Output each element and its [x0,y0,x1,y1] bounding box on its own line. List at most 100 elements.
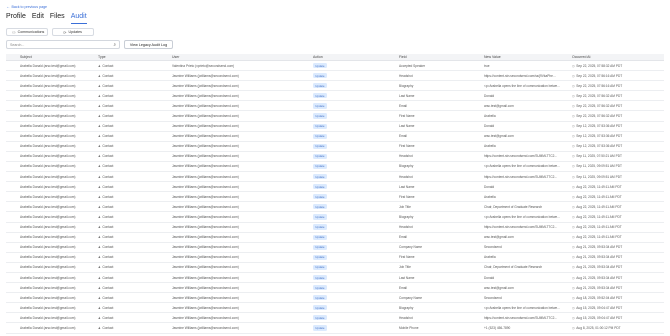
cell-subject[interactable]: Arabella Donald (arsc.test@gmail.com) [6,134,98,138]
table-row[interactable]: Arabella Donald (arsc.test@gmail.com) ♟ Co… [6,122,664,132]
tab-edit[interactable]: Edit [32,13,44,24]
cell-subject[interactable]: Arabella Donald (arsc.test@gmail.com) [6,64,98,68]
table-row[interactable]: Arabella Donald (arsc.test@gmail.com) ♟ Co… [6,253,664,263]
column-header-subject[interactable]: Subject [6,55,98,59]
tab-profile[interactable]: Profile [6,13,26,24]
column-header-occurred-at[interactable]: Occurred At [572,55,664,59]
action-badge: Update [313,123,327,129]
table-row[interactable]: Arabella Donald (arsc.test@gmail.com) ♟ Co… [6,91,664,102]
back-link[interactable]: ← Back to previous page [6,5,47,10]
person-icon: ♟ [98,83,101,88]
table-row[interactable]: Arabella Donald (arsc.test@gmail.com) ♟ Co… [6,283,664,294]
view-legacy-audit-log-button[interactable]: View Legacy Audit Log [124,40,173,49]
table-row[interactable]: Arabella Donald (arsc.test@gmail.com) ♟ Co… [6,192,664,203]
table-row[interactable]: Arabella Donald (arsc.test@gmail.com) ♟ Co… [6,81,664,92]
table-row[interactable]: Arabella Donald (arsc.test@gmail.com) ♟ Co… [6,212,664,223]
cell-subject[interactable]: Arabella Donald (arsc.test@gmail.com) [6,175,98,179]
cell-subject[interactable]: Arabella Donald (arsc.test@gmail.com) [6,245,98,249]
cell-subject[interactable]: Arabella Donald (arsc.test@gmail.com) [6,74,98,78]
search-icon[interactable]: ⌕ [113,42,116,47]
cell-subject[interactable]: Arabella Donald (arsc.test@gmail.com) [6,276,98,280]
cell-subject[interactable]: Arabella Donald (arsc.test@gmail.com) [6,225,98,229]
cell-action: Update [313,224,399,230]
column-header-user[interactable]: User [172,55,313,59]
person-icon: ♟ [98,325,101,330]
column-header-action[interactable]: Action [313,55,399,59]
column-header-type[interactable]: Type [98,55,172,59]
cell-subject[interactable]: Arabella Donald (arsc.test@gmail.com) [6,286,98,290]
cell-field: Last Name [399,93,415,98]
cell-subject[interactable]: Arabella Donald (arsc.test@gmail.com) [6,84,98,88]
table-row[interactable]: Arabella Donald (arsc.test@gmail.com) ♟ Co… [6,293,664,304]
cell-subject[interactable]: Arabella Donald (arsc.test@gmail.com) [6,205,98,209]
cell-subject[interactable]: Arabella Donald (arsc.test@gmail.com) [6,195,98,199]
cell-subject[interactable]: Arabella Donald (arsc.test@gmail.com) [6,316,98,320]
cell-occurred-at-label: Aug 22, 2025, 11:49:11 AM PDT [576,225,622,230]
updates-filter-button[interactable]: ⟳ Updates [52,28,94,36]
communications-filter-button[interactable]: ⚇ Communications [6,28,48,36]
cell-subject[interactable]: Arabella Donald (arsc.test@gmail.com) [6,124,98,128]
action-badge: Update [313,93,327,99]
action-badge: Update [313,264,327,271]
table-row[interactable]: Arabella Donald (arsc.test@gmail.com) ♟ Co… [6,202,664,213]
cell-subject[interactable]: Arabella Donald (arsc.test@gmail.com) [6,326,98,330]
clock-icon: ◷ [572,245,575,250]
person-icon: ♟ [98,124,101,129]
cell-user: Jasmine Williams (jwilliams@secondsend.c… [172,93,239,98]
table-row[interactable]: Arabella Donald (arsc.test@gmail.com) ♟ Co… [6,152,664,162]
cell-user: Jasmine Williams (jwilliams@secondsend.c… [172,265,239,270]
tab-files[interactable]: Files [50,13,65,24]
cell-subject[interactable]: Arabella Donald (arsc.test@gmail.com) [6,215,98,219]
table-row[interactable]: Arabella Donald (arsc.test@gmail.com) ♟ Co… [6,71,664,82]
cell-subject[interactable]: Arabella Donald (arsc.test@gmail.com) [6,164,98,168]
cell-action: Update [313,274,399,281]
cell-subject[interactable]: Arabella Donald (arsc.test@gmail.com) [6,94,98,98]
cell-action: Update [313,194,399,200]
table-row[interactable]: Arabella Donald (arsc.test@gmail.com) ♟ Co… [6,61,664,72]
table-row[interactable]: Arabella Donald (arsc.test@gmail.com) ♟ Co… [6,142,664,152]
cell-subject[interactable]: Arabella Donald (arsc.test@gmail.com) [6,185,98,189]
table-row[interactable]: Arabella Donald (arsc.test@gmail.com) ♟ Co… [6,323,664,334]
cell-subject[interactable]: Arabella Donald (arsc.test@gmail.com) [6,154,98,158]
column-header-new-value[interactable]: New Value [484,55,572,59]
table-row[interactable]: Arabella Donald (arsc.test@gmail.com) ♟ Co… [6,223,664,233]
cell-type: ♟ Contact [98,134,172,138]
tab-bar: Profile Edit Files Audit [6,13,87,24]
cell-occurred-at-label: Aug 8, 2025, 01:00:12 PM PDT [576,325,621,330]
table-row[interactable]: Arabella Donald (arsc.test@gmail.com) ♟ Co… [6,243,664,253]
cell-occurred-at: ◷ Aug 15, 2025, 09:04:47 AM PDT [572,316,664,320]
cell-type-label: Contact [102,295,114,300]
column-header-field[interactable]: Field [399,55,484,59]
cell-field: Headshot [399,154,413,159]
cell-subject[interactable]: Arabella Donald (arsc.test@gmail.com) [6,255,98,259]
cell-subject[interactable]: Arabella Donald (arsc.test@gmail.com) [6,235,98,239]
table-row[interactable]: Arabella Donald (arsc.test@gmail.com) ♟ Co… [6,313,664,324]
cell-subject[interactable]: Arabella Donald (arsc.test@gmail.com) [6,296,98,300]
table-row[interactable]: Arabella Donald (arsc.test@gmail.com) ♟ Co… [6,162,664,173]
cell-new-value: https://content-stn.secondsend.com/SUMML… [484,154,558,159]
action-badge: Update [313,73,327,79]
action-badge: Update [313,305,327,311]
cell-subject[interactable]: Arabella Donald (arsc.test@gmail.com) [6,306,98,310]
cell-occurred-at-label: Aug 15, 2025, 09:04:47 AM PDT [576,315,623,320]
table-row[interactable]: Arabella Donald (arsc.test@gmail.com) ♟ Co… [6,233,664,243]
tab-audit[interactable]: Audit [70,13,87,24]
cell-new-value: <p>Arabella opens the line of communicat… [484,164,560,169]
table-row[interactable]: Arabella Donald (arsc.test@gmail.com) ♟ Co… [6,303,664,314]
search-input[interactable]: Search... ⌕ [6,40,120,49]
cell-subject[interactable]: Arabella Donald (arsc.test@gmail.com) [6,104,98,108]
cell-subject[interactable]: Arabella Donald (arsc.test@gmail.com) [6,265,98,269]
table-row[interactable]: Arabella Donald (arsc.test@gmail.com) ♟ Co… [6,101,664,112]
table-row[interactable]: Arabella Donald (arsc.test@gmail.com) ♟ Co… [6,111,664,122]
cell-occurred-at-label: Sep 12, 2025, 07:53:36 AM PDT [576,134,623,139]
cell-action: Update [313,264,399,271]
table-row[interactable]: Arabella Donald (arsc.test@gmail.com) ♟ Co… [6,132,664,142]
action-badge: Update [313,285,327,291]
table-row[interactable]: Arabella Donald (arsc.test@gmail.com) ♟ Co… [6,263,664,273]
cell-subject[interactable]: Arabella Donald (arsc.test@gmail.com) [6,114,98,118]
table-row[interactable]: Arabella Donald (arsc.test@gmail.com) ♟ Co… [6,172,664,183]
cell-subject[interactable]: Arabella Donald (arsc.test@gmail.com) [6,144,98,148]
table-row[interactable]: Arabella Donald (arsc.test@gmail.com) ♟ Co… [6,182,664,193]
cell-action: Update [313,103,399,109]
table-row[interactable]: Arabella Donald (arsc.test@gmail.com) ♟ Co… [6,273,664,284]
